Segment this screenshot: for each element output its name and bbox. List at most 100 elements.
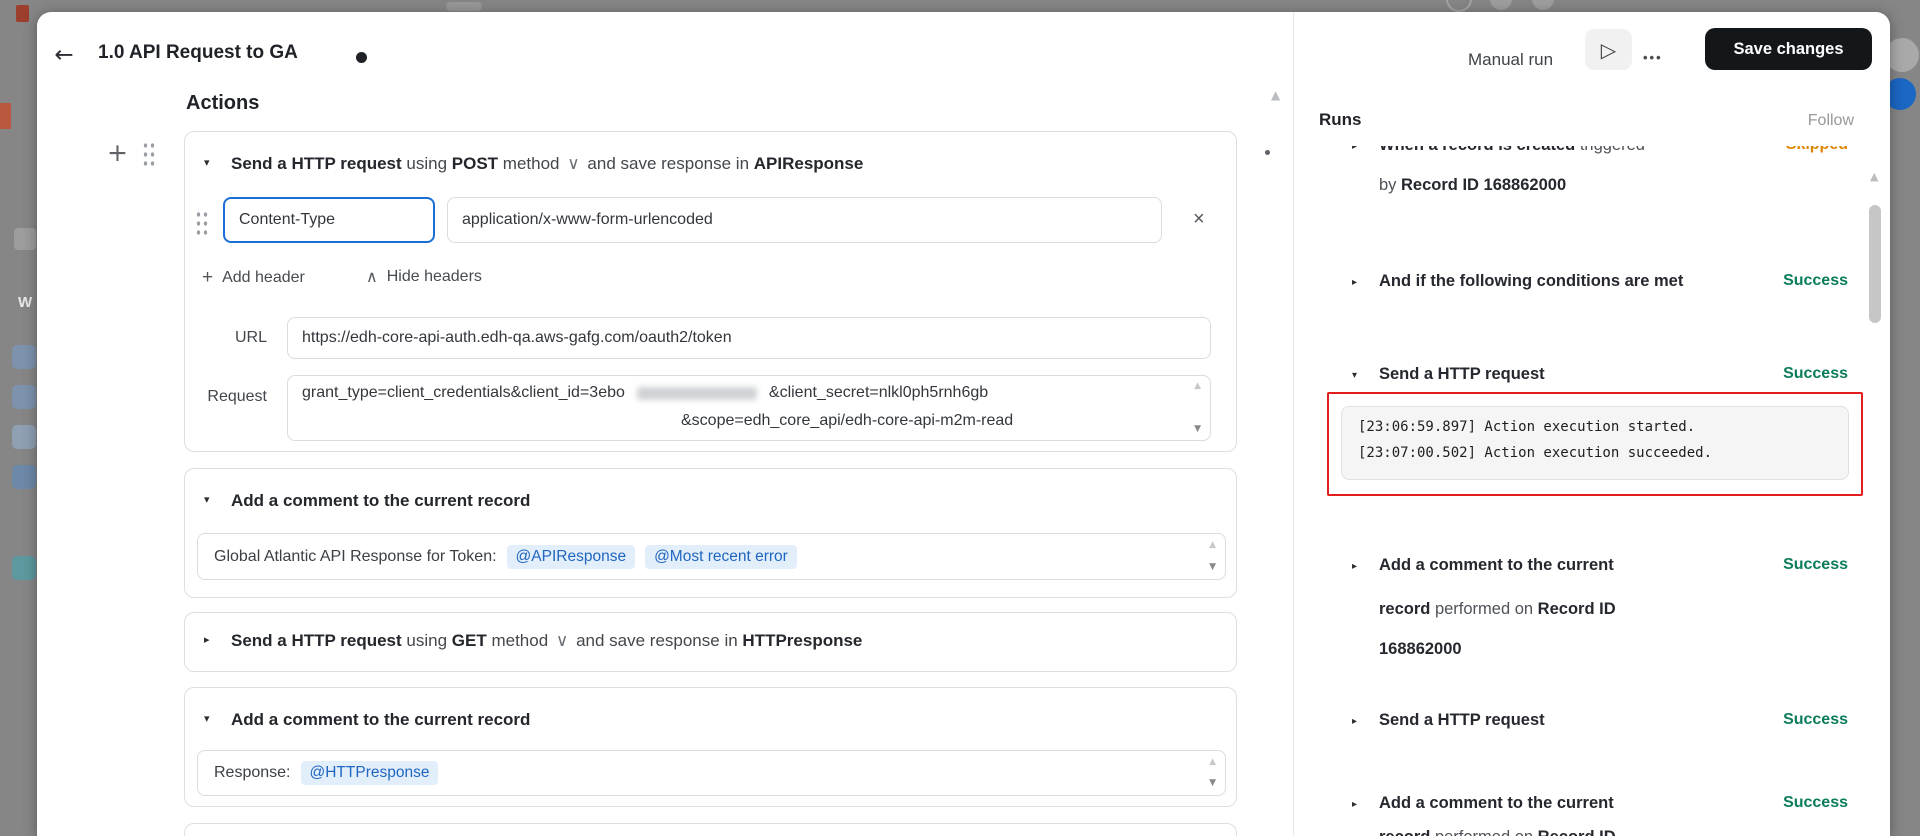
collapse-caret-icon[interactable]: ▾ (1352, 370, 1357, 381)
expand-caret-icon[interactable]: ▸ (1352, 799, 1357, 810)
run-step-http-request-2[interactable]: ▸ Send a HTTP request Success (1293, 711, 1890, 734)
token-httpresponse[interactable]: @HTTPresponse (300, 761, 439, 785)
token-apiresponse[interactable]: @APIResponse (506, 544, 636, 569)
run-button[interactable]: ▷ (1585, 29, 1632, 70)
background-sidebar-chip-red (0, 103, 11, 129)
collapse-caret-icon[interactable]: ▾ (204, 493, 210, 506)
request-line1: grant_type=client_credentials&client_id=… (302, 384, 989, 401)
run-step-comment-2[interactable]: ▸ Add a comment to the current Success (1293, 794, 1890, 817)
manual-run-label: Manual run (1468, 50, 1554, 69)
scrollbar-thumb[interactable] (1869, 205, 1881, 323)
collapse-caret-icon[interactable]: ▾ (204, 156, 210, 169)
comment-text-input[interactable]: Response: @HTTPresponse ▲ ▼ (197, 750, 1226, 796)
save-changes-button[interactable]: Save changes (1705, 28, 1872, 70)
action-card-comment-1[interactable]: ▾ Add a comment to the current record Gl… (184, 468, 1237, 598)
unsaved-changes-dot (356, 52, 367, 63)
runs-heading: Runs (1319, 110, 1362, 129)
expand-caret-icon[interactable]: ▸ (1352, 146, 1357, 152)
background-sidebar-chip (12, 345, 36, 369)
scroll-up-icon[interactable]: ▲ (1209, 758, 1216, 767)
comment-text-input[interactable]: Global Atlantic API Response for Token: … (197, 533, 1226, 580)
run-step-comment-2-line2: record performed on Record ID (1293, 828, 1890, 836)
status-badge: Success (1783, 711, 1848, 728)
expand-caret-icon[interactable]: ▸ (204, 633, 210, 646)
scroll-up-icon[interactable]: ▲ (1209, 541, 1216, 550)
url-input[interactable]: https://edh-core-api-auth.edh-qa.aws-gaf… (287, 317, 1211, 359)
action-title: Add a comment to the current record (231, 710, 531, 729)
background-toolbar-circle (1532, 0, 1554, 10)
background-toolbar-circle (1490, 0, 1512, 10)
action-title: Add a comment to the current record (231, 491, 531, 510)
scroll-down-icon[interactable]: ▼ (1194, 425, 1201, 434)
page-title: 1.0 API Request to GA (98, 42, 298, 63)
method-dropdown[interactable]: GET (452, 631, 487, 650)
scroll-down-icon[interactable]: ▼ (1209, 563, 1216, 572)
drag-handle-icon[interactable] (142, 140, 156, 167)
log-line: [23:06:59.897] Action execution started. (1358, 419, 1696, 435)
request-label: Request (207, 388, 267, 405)
run-step-comment-line3: 168862000 (1379, 640, 1462, 658)
action-title: Send a HTTP request using GET method ∨ a… (231, 631, 863, 651)
action-card-http-get[interactable]: ▸ Send a HTTP request using GET method ∨… (184, 612, 1237, 672)
action-card-partial[interactable] (184, 823, 1237, 836)
response-variable: HTTPresponse (742, 631, 863, 650)
status-badge: Success (1783, 365, 1848, 382)
run-step-http-request[interactable]: ▾ Send a HTTP request Success (1293, 365, 1890, 388)
add-action-button[interactable]: + (107, 138, 128, 167)
run-step-conditions[interactable]: ▸ And if the following conditions are me… (1293, 272, 1890, 295)
log-line: [23:07:00.502] Action execution succeede… (1358, 445, 1713, 461)
status-badge: Skipped (1673, 146, 1848, 154)
scroll-down-icon[interactable]: ▼ (1209, 779, 1216, 788)
background-sidebar-chip (12, 385, 36, 409)
back-button[interactable]: ← (47, 38, 81, 72)
background-top-left-chip (16, 5, 29, 22)
follow-button[interactable]: Follow (1737, 112, 1854, 130)
scroll-up-icon[interactable]: ▲ (1194, 382, 1201, 391)
expand-caret-icon[interactable]: ▸ (1352, 716, 1357, 727)
background-sidebar-letter: W (18, 294, 33, 311)
action-title: Send a HTTP request using POST method ∨ … (231, 154, 864, 174)
plus-icon: + (202, 267, 214, 288)
background-sidebar-chip-gray (14, 228, 36, 250)
execution-log-box: [23:06:59.897] Action execution started.… (1341, 406, 1849, 480)
background-sidebar-chip (12, 425, 36, 449)
remove-header-button[interactable]: × (1193, 209, 1205, 229)
chevron-down-icon[interactable]: ∨ (553, 631, 571, 651)
token-most-recent-error[interactable]: @Most recent error (645, 544, 797, 569)
expand-caret-icon[interactable]: ▸ (1352, 277, 1357, 288)
run-step-trigger-line2: by Record ID 168862000 (1379, 176, 1567, 194)
status-badge: Success (1783, 272, 1848, 289)
request-body-input[interactable]: grant_type=client_credentials&client_id=… (287, 375, 1211, 441)
background-avatar-circle (1885, 38, 1919, 72)
header-key-input[interactable]: Content-Type (223, 197, 435, 243)
highlighted-log-region: [23:06:59.897] Action execution started.… (1327, 392, 1863, 496)
chevron-up-icon: ∧ (366, 267, 378, 286)
request-line2: &scope=edh_core_api/edh-core-api-m2m-rea… (681, 412, 1014, 429)
more-options-button[interactable]: ••• (1643, 50, 1663, 65)
status-badge: Success (1783, 556, 1848, 573)
url-label: URL (234, 329, 267, 346)
run-step-comment-line2: record performed on Record ID (1379, 600, 1616, 618)
background-toolbar-circle (1446, 0, 1472, 12)
actions-heading: Actions (186, 92, 260, 114)
run-step-comment[interactable]: ▸ Add a comment to the current Success (1293, 556, 1890, 579)
add-header-button[interactable]: + Add header (202, 267, 305, 289)
background-sidebar-chip (12, 465, 36, 489)
scroll-up-indicator[interactable]: ▲ (1271, 88, 1280, 102)
scrollbar-up-indicator[interactable]: ▲ (1870, 170, 1878, 183)
run-step-trigger[interactable]: ▸ When a record is created triggered Ski… (1293, 146, 1890, 159)
action-card-comment-2[interactable]: ▾ Add a comment to the current record Re… (184, 687, 1237, 807)
background-top-tab (446, 2, 482, 11)
expand-caret-icon[interactable]: ▸ (1352, 561, 1357, 572)
background-sidebar-chip-teal (12, 556, 36, 580)
header-row-drag-handle-icon[interactable] (195, 209, 209, 236)
runs-list: ▸ When a record is created triggered Ski… (1293, 146, 1890, 836)
collapse-caret-icon[interactable]: ▾ (204, 712, 210, 725)
automation-editor-modal: ← 1.0 API Request to GA Actions + ▲ ▾ Se… (37, 12, 1890, 836)
status-badge: Success (1783, 794, 1848, 811)
chevron-down-icon[interactable]: ∨ (564, 154, 582, 174)
method-dropdown[interactable]: POST (452, 154, 498, 173)
header-value-input[interactable]: application/x-www-form-urlencoded (447, 197, 1162, 243)
action-card-http-post[interactable]: ▾ Send a HTTP request using POST method … (184, 131, 1237, 452)
hide-headers-button[interactable]: ∧ Hide headers (366, 267, 482, 286)
